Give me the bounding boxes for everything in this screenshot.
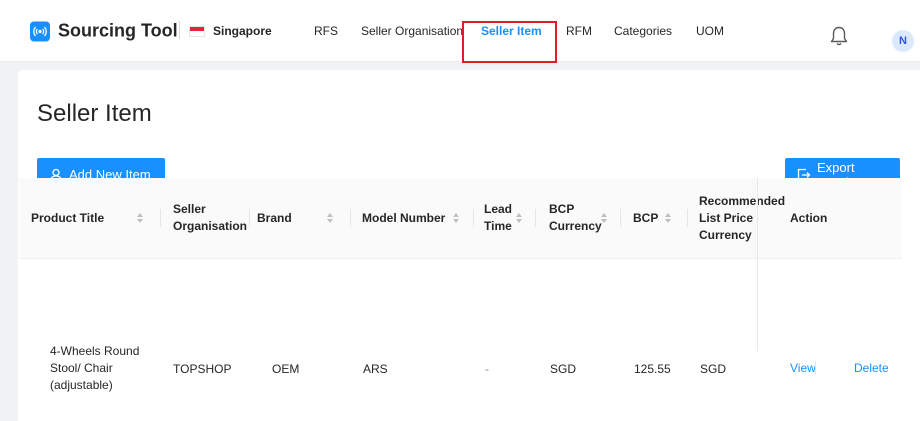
nav-item-rfs[interactable]: RFS <box>314 24 338 38</box>
sort-icon[interactable] <box>515 211 523 225</box>
column-header-recommended-list-price-currency: Recommended List Price Currency <box>699 193 786 242</box>
sort-icon[interactable] <box>664 211 672 225</box>
view-link[interactable]: View <box>790 361 816 375</box>
column-header-product-title[interactable]: Product Title <box>31 178 104 258</box>
cell-model-number: ARS <box>363 362 388 376</box>
sort-icon[interactable] <box>136 211 144 225</box>
cell-lead-time: - <box>485 362 489 376</box>
app-name: Sourcing Tool <box>58 20 178 41</box>
column-separator <box>249 209 250 227</box>
column-header-bcp[interactable]: BCP <box>633 178 658 258</box>
table-header: Product Title Seller Organisation Brand … <box>19 178 902 258</box>
page-title: Seller Item <box>37 100 152 127</box>
bell-icon[interactable] <box>829 25 849 47</box>
column-header-action: Action <box>790 210 828 225</box>
cell-product-title: 4-Wheels Round Stool/ Chair (adjustable) <box>50 344 140 392</box>
column-separator <box>535 209 536 227</box>
cell-bcp-currency: SGD <box>550 362 577 376</box>
region-selector[interactable]: Singapore <box>189 24 272 38</box>
broadcast-icon <box>30 21 50 41</box>
column-separator <box>473 209 474 227</box>
app-logo[interactable]: Sourcing Tool <box>30 21 178 42</box>
user-avatar[interactable]: N <box>892 30 914 52</box>
top-navigation-bar: Sourcing Tool Singapore RFS Seller Organ… <box>0 0 920 62</box>
fixed-column-shadow <box>757 178 758 351</box>
cell-bcp: 125.55 <box>634 362 671 376</box>
column-header-seller-organisation[interactable]: Seller Organisation <box>173 178 253 258</box>
nav-item-uom[interactable]: UOM <box>696 24 724 38</box>
cell-brand: OEM <box>272 362 300 376</box>
delete-link[interactable]: Delete <box>854 361 889 375</box>
column-header-model-number[interactable]: Model Number <box>362 178 445 258</box>
sort-icon[interactable] <box>600 211 608 225</box>
column-separator <box>350 209 351 227</box>
highlight-box <box>462 21 557 63</box>
cell-seller-organisation: TOPSHOP <box>173 362 232 376</box>
cell-rlp-currency: SGD <box>700 362 727 376</box>
nav-item-seller-organisation[interactable]: Seller Organisation <box>361 24 463 38</box>
column-separator <box>687 209 688 227</box>
column-header-lead-time[interactable]: Lead Time <box>484 178 518 258</box>
nav-divider <box>179 21 180 39</box>
column-separator <box>620 209 621 227</box>
row-divider <box>19 258 902 259</box>
sort-icon[interactable] <box>452 211 460 225</box>
column-header-bcp-currency[interactable]: BCP Currency <box>549 178 605 258</box>
sort-icon[interactable] <box>326 211 334 225</box>
column-separator <box>160 209 161 227</box>
action-separator <box>815 361 816 375</box>
nav-item-categories[interactable]: Categories <box>614 24 672 38</box>
region-name: Singapore <box>213 24 272 38</box>
column-header-brand[interactable]: Brand <box>257 178 292 258</box>
singapore-flag-icon <box>189 25 205 37</box>
nav-item-rfm[interactable]: RFM <box>566 24 592 38</box>
